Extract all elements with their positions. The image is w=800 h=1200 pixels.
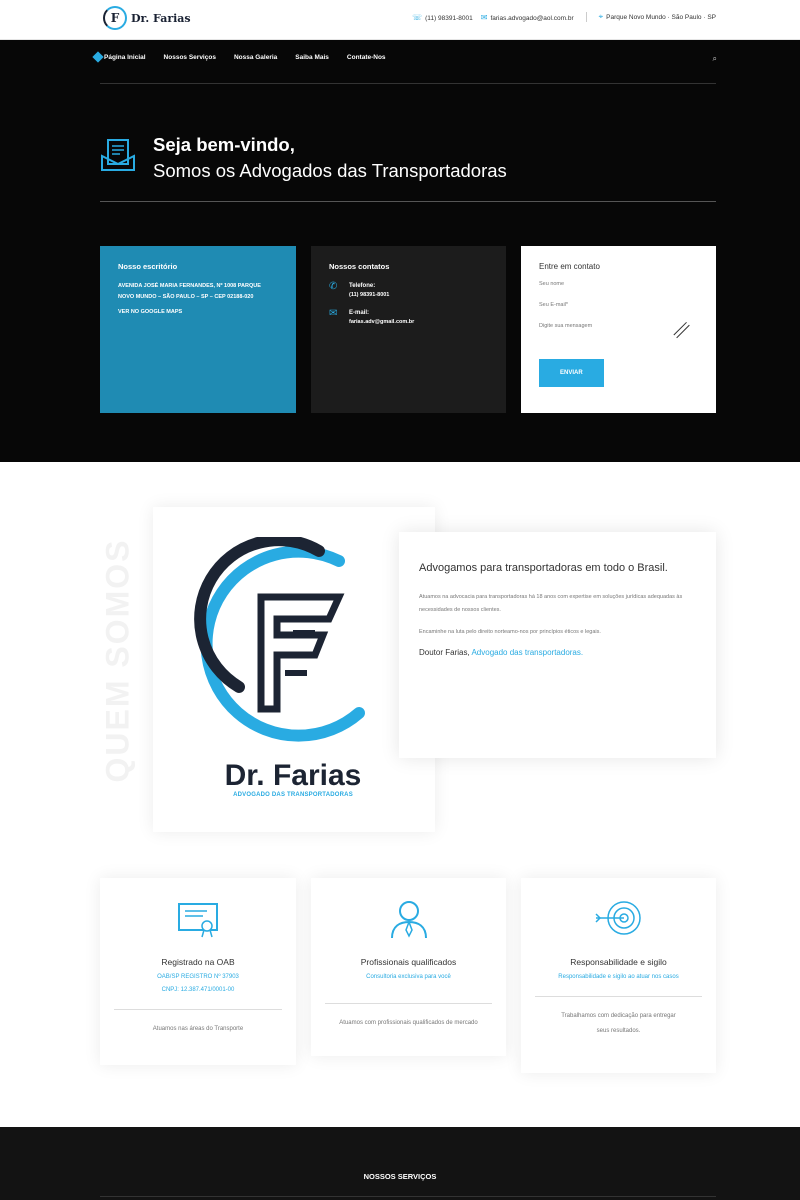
hero-title: Seja bem-vindo, Somos os Advogados das T… [100,132,716,202]
form-title: Entre em contato [539,262,600,271]
nav-item-contact[interactable]: Contate-Nos [347,54,386,61]
contact-phone: ✆ Telefone: (11) 98391-8001 [329,281,390,298]
contact-phone-value[interactable]: (11) 98391-8001 [349,292,389,298]
about-heading: Advogamos para transportadoras em todo o… [419,562,668,574]
target-icon [594,901,641,935]
nav-item-home[interactable]: Página Inicial [100,54,146,61]
certificate-icon [178,903,218,938]
logo-mark-icon: F [103,6,127,30]
divider [325,1003,492,1004]
email-info[interactable]: ✉ farias.advogado@aol.com.br [481,13,574,22]
office-title: Nosso escritório [118,262,178,271]
message-field[interactable]: Digite sua mensagem [539,323,698,353]
contact-email: ✉ E-mail: farias.adv@gmail.com.br [329,308,415,325]
feature-card-oab: Registrado na OAB OAB/SP REGISTRO Nº 379… [100,878,296,1065]
phone-icon: ☏ [412,12,423,22]
mail-icon: ✉ [480,12,488,22]
about-section: QUEM SOMOS Dr. Farias ADVOGADO DAS TRANS… [0,462,800,1127]
hero-heading: Seja bem-vindo, Somos os Advogados das T… [153,134,507,181]
phone-icon: ✆ [329,281,338,292]
nav-item-services[interactable]: Nossos Serviços [164,54,216,61]
nav-item-about[interactable]: Saiba Mais [295,54,329,61]
office-address: AVENIDA JOSÉ MARIA FERNANDES, Nº 1008 PA… [118,283,261,300]
services-title: NOSSOS SERVIÇOS [363,1172,437,1181]
logo-text: Dr. Farias [131,11,191,25]
header-logo[interactable]: F Dr. Farias [103,6,191,30]
map-pin-icon: ⌖ [598,12,604,21]
feature-card-professionals: Profissionais qualificados Consultoria e… [311,878,506,1056]
signature-link[interactable]: Advogado das transportadoras. [471,648,583,657]
top-bar: F Dr. Farias ☏ (11) 98391-8001 ✉ farias.ad… [0,0,800,40]
services-section: NOSSOS SERVIÇOS [0,1127,800,1200]
about-paragraph-2: Encaminhe na luta pelo direito norteamo-… [419,629,601,635]
send-button[interactable]: ENVIAR [539,359,604,387]
contacts-card: Nossos contatos ✆ Telefone: (11) 98391-8… [311,246,506,413]
nav-item-gallery[interactable]: Nossa Galeria [234,54,277,61]
feature-card-responsibility: Responsabilidade e sigilo Responsabilida… [521,878,716,1073]
address-info: ⌖ Parque Novo Mundo · São Paulo · SP [598,12,716,21]
google-maps-link[interactable]: VER NO GOOGLE MAPS [118,309,278,315]
document-icon [101,139,135,171]
vertical-title: QUEM SOMOS [99,538,136,783]
divider [535,996,702,997]
contact-email-value[interactable]: farias.adv@gmail.com.br [349,319,414,325]
logo-card: Dr. Farias ADVOGADO DAS TRANSPORTADORAS [153,507,435,832]
about-text-card: Advogamos para transportadoras em todo o… [399,532,716,758]
search-icon[interactable]: ⌕ [713,54,717,64]
name-field[interactable]: Seu nome [539,281,698,293]
contact-info: ☏ (11) 98391-8001 ✉ farias.advogado@aol.co… [412,12,716,22]
dr-farias-logo-icon [194,537,365,742]
mail-icon: ✉ [329,308,338,319]
contact-form: Entre em contato Seu nome Seu E-mail* Di… [521,246,716,413]
logo-name: Dr. Farias [224,759,362,792]
divider [114,1009,282,1010]
divider [100,1196,716,1197]
professional-user-icon [390,901,427,939]
logo-subtitle: ADVOGADO DAS TRANSPORTADORAS [233,792,353,798]
about-paragraph-1: Atuamos na advocacia para transportadora… [419,594,683,613]
contacts-title: Nossos contatos [329,262,390,271]
email-field[interactable]: Seu E-mail* [539,302,698,314]
main-nav: Página Inicial Nossos Serviços Nossa Gal… [100,54,716,84]
divider [585,12,587,22]
phone-info[interactable]: ☏ (11) 98391-8001 [412,13,473,22]
about-signature: Doutor Farias, Advogado das transportado… [419,648,584,657]
office-card: Nosso escritório AVENIDA JOSÉ MARIA FERN… [100,246,296,413]
hero-section: Página Inicial Nossos Serviços Nossa Gal… [0,40,800,462]
